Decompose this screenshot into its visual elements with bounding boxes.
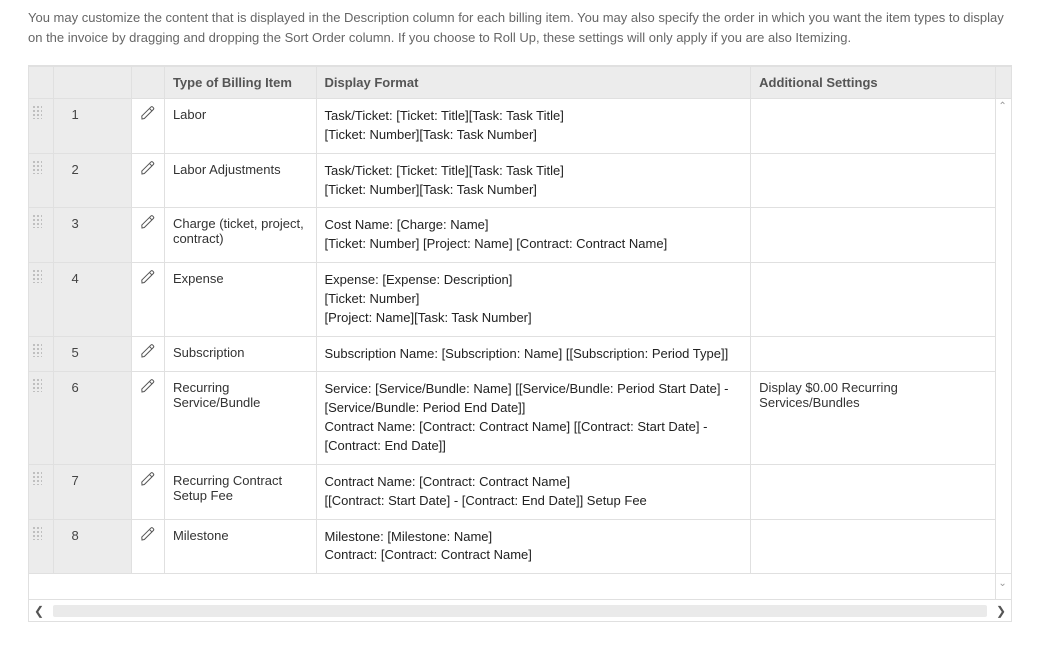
type-cell: Labor xyxy=(164,99,316,154)
drag-handle[interactable] xyxy=(29,208,54,263)
format-cell: Task/Ticket: [Ticket: Title][Task: Task … xyxy=(316,99,751,154)
grip-icon xyxy=(32,343,42,357)
type-cell: Labor Adjustments xyxy=(164,153,316,208)
grip-icon xyxy=(32,105,42,119)
horizontal-scrollbar[interactable]: ❮ ❯ xyxy=(28,600,1012,622)
sort-order: 4 xyxy=(53,263,131,337)
additional-cell xyxy=(751,208,996,263)
edit-button[interactable] xyxy=(131,153,164,208)
hscroll-track[interactable] xyxy=(53,605,987,617)
table-row: 6 Recurring Service/BundleService: [Servi… xyxy=(29,372,1012,464)
col-scrollbar xyxy=(996,67,1012,99)
grip-icon xyxy=(32,269,42,283)
edit-button[interactable] xyxy=(131,208,164,263)
table-row: 1 LaborTask/Ticket: [Ticket: Title][Task:… xyxy=(29,99,1012,154)
edit-button[interactable] xyxy=(131,336,164,372)
table-row: 5 SubscriptionSubscription Name: [Subscri… xyxy=(29,336,1012,372)
vscroll-up-arrow[interactable]: ⌃ xyxy=(998,101,1006,112)
edit-button[interactable] xyxy=(131,263,164,337)
col-order xyxy=(53,67,131,99)
sort-order: 7 xyxy=(53,464,131,519)
vertical-scrollbar[interactable]: ⌃ xyxy=(996,99,1012,574)
drag-handle[interactable] xyxy=(29,99,54,154)
sort-order: 5 xyxy=(53,336,131,372)
format-cell: Cost Name: [Charge: Name] [Ticket: Numbe… xyxy=(316,208,751,263)
sort-order: 3 xyxy=(53,208,131,263)
type-cell: Subscription xyxy=(164,336,316,372)
col-edit xyxy=(131,67,164,99)
drag-handle[interactable] xyxy=(29,519,54,574)
edit-button[interactable] xyxy=(131,464,164,519)
pencil-icon xyxy=(140,105,156,121)
table-row: 4 ExpenseExpense: [Expense: Description] … xyxy=(29,263,1012,337)
grip-icon xyxy=(32,214,42,228)
pencil-icon xyxy=(140,160,156,176)
grip-icon xyxy=(32,160,42,174)
hscroll-right-arrow[interactable]: ❯ xyxy=(991,604,1011,618)
table-header-row: Type of Billing Item Display Format Addi… xyxy=(29,67,1012,99)
format-cell: Milestone: [Milestone: Name] Contract: [… xyxy=(316,519,751,574)
pencil-icon xyxy=(140,214,156,230)
sort-order: 2 xyxy=(53,153,131,208)
type-cell: Milestone xyxy=(164,519,316,574)
additional-cell xyxy=(751,263,996,337)
table-row: 8 MilestoneMilestone: [Milestone: Name] C… xyxy=(29,519,1012,574)
additional-cell xyxy=(751,336,996,372)
drag-handle[interactable] xyxy=(29,153,54,208)
table-row: 3 Charge (ticket, project, contract)Cost … xyxy=(29,208,1012,263)
sort-order: 6 xyxy=(53,372,131,464)
format-cell: Contract Name: [Contract: Contract Name]… xyxy=(316,464,751,519)
additional-cell: Display $0.00 Recurring Services/Bundles xyxy=(751,372,996,464)
format-cell: Service: [Service/Bundle: Name] [[Servic… xyxy=(316,372,751,464)
edit-button[interactable] xyxy=(131,519,164,574)
pencil-icon xyxy=(140,471,156,487)
additional-cell xyxy=(751,519,996,574)
drag-handle[interactable] xyxy=(29,336,54,372)
billing-items-table: Type of Billing Item Display Format Addi… xyxy=(28,65,1012,622)
pencil-icon xyxy=(140,526,156,542)
additional-cell xyxy=(751,153,996,208)
pencil-icon xyxy=(140,343,156,359)
intro-text: You may customize the content that is di… xyxy=(28,8,1012,47)
sort-order: 1 xyxy=(53,99,131,154)
grip-icon xyxy=(32,378,42,392)
type-cell: Recurring Service/Bundle xyxy=(164,372,316,464)
drag-handle[interactable] xyxy=(29,372,54,464)
col-drag xyxy=(29,67,54,99)
edit-button[interactable] xyxy=(131,372,164,464)
col-additional: Additional Settings xyxy=(751,67,996,99)
format-cell: Expense: [Expense: Description] [Ticket:… xyxy=(316,263,751,337)
type-cell: Expense xyxy=(164,263,316,337)
grip-icon xyxy=(32,471,42,485)
drag-handle[interactable] xyxy=(29,263,54,337)
type-cell: Charge (ticket, project, contract) xyxy=(164,208,316,263)
additional-cell xyxy=(751,99,996,154)
table-row: 2 Labor AdjustmentsTask/Ticket: [Ticket: … xyxy=(29,153,1012,208)
vscroll-down[interactable]: ⌄ xyxy=(996,574,1012,600)
table-row: 7 Recurring Contract Setup FeeContract Na… xyxy=(29,464,1012,519)
col-type: Type of Billing Item xyxy=(164,67,316,99)
pencil-icon xyxy=(140,378,156,394)
edit-button[interactable] xyxy=(131,99,164,154)
format-cell: Task/Ticket: [Ticket: Title][Task: Task … xyxy=(316,153,751,208)
type-cell: Recurring Contract Setup Fee xyxy=(164,464,316,519)
sort-order: 8 xyxy=(53,519,131,574)
grip-icon xyxy=(32,526,42,540)
format-cell: Subscription Name: [Subscription: Name] … xyxy=(316,336,751,372)
hscroll-left-arrow[interactable]: ❮ xyxy=(29,604,49,618)
drag-handle[interactable] xyxy=(29,464,54,519)
additional-cell xyxy=(751,464,996,519)
pencil-icon xyxy=(140,269,156,285)
col-format: Display Format xyxy=(316,67,751,99)
